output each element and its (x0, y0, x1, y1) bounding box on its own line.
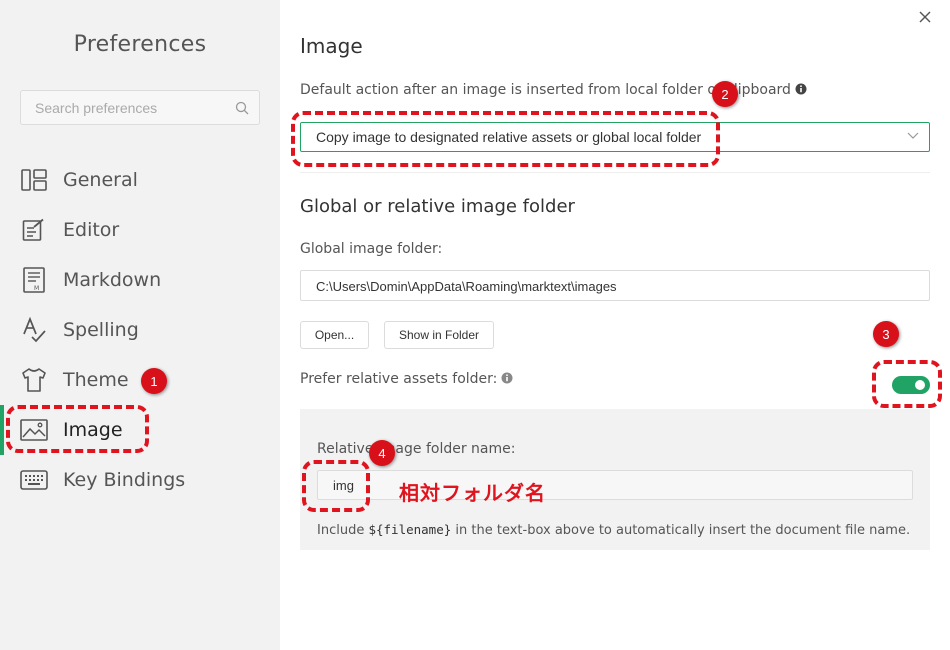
prefer-relative-toggle[interactable] (892, 376, 930, 394)
sidebar-item-markdown[interactable]: M Markdown (0, 255, 280, 305)
sidebar-item-theme[interactable]: Theme (0, 355, 280, 405)
global-folder-value: C:\Users\Domin\AppData\Roaming\marktext\… (316, 279, 617, 294)
section-divider (300, 172, 930, 173)
open-button[interactable]: Open... (300, 321, 369, 349)
global-folder-input[interactable]: C:\Users\Domin\AppData\Roaming\marktext\… (300, 270, 930, 301)
filename-hint: Include ${filename} in the text-box abov… (317, 522, 910, 538)
sidebar-item-spelling[interactable]: Spelling (0, 305, 280, 355)
theme-icon (20, 366, 48, 394)
search-icon (235, 101, 249, 115)
annotation-badge-3: 3 (873, 321, 899, 347)
default-action-select[interactable]: Copy image to designated relative assets… (300, 122, 930, 152)
sidebar-item-general[interactable]: General (0, 155, 280, 205)
chevron-down-icon (907, 132, 919, 139)
annotation-label-relative-folder: 相対フォルダ名 (399, 481, 546, 505)
global-folder-label: Global image folder: (300, 241, 443, 257)
hint-prefix: Include (317, 523, 369, 538)
info-icon (795, 83, 807, 95)
editor-icon (20, 216, 48, 244)
spelling-icon (20, 316, 48, 344)
sidebar-item-label: Image (63, 419, 123, 441)
hint-suffix: in the text-box above to automatically i… (451, 523, 911, 538)
relative-folder-value: img (333, 478, 354, 493)
annotation-badge-1: 1 (141, 368, 167, 394)
image-icon (20, 416, 48, 444)
sidebar-item-label: General (63, 169, 138, 191)
markdown-icon: M (20, 266, 48, 294)
search-input[interactable] (21, 91, 231, 124)
annotation-badge-4: 4 (369, 440, 395, 466)
folder-section-title: Global or relative image folder (300, 196, 575, 217)
prefer-relative-label-text: Prefer relative assets folder: (300, 371, 498, 387)
prefer-relative-label: Prefer relative assets folder: (300, 371, 513, 387)
sidebar-item-label: Key Bindings (63, 469, 186, 491)
sidebar-item-editor[interactable]: Editor (0, 205, 280, 255)
search-box[interactable] (20, 90, 260, 125)
sidebar-item-key-bindings[interactable]: Key Bindings (0, 455, 280, 505)
toggle-knob (915, 380, 925, 390)
sidebar-nav: General Editor M Markdown Spelling Theme (0, 155, 280, 505)
svg-text:M: M (34, 285, 39, 292)
sidebar-item-label: Markdown (63, 269, 162, 291)
close-button[interactable] (914, 6, 936, 28)
sidebar-item-label: Theme (63, 369, 129, 391)
info-icon (501, 372, 513, 384)
keyboard-icon (20, 466, 48, 494)
sidebar: Preferences General Editor M Markdown (0, 0, 280, 650)
relative-folder-panel: Relative image folder name: img Include … (300, 409, 930, 550)
show-in-folder-button[interactable]: Show in Folder (384, 321, 494, 349)
general-icon (20, 166, 48, 194)
sidebar-item-label: Editor (63, 219, 120, 241)
relative-folder-label: Relative image folder name: (317, 441, 516, 457)
hint-code: ${filename} (368, 522, 452, 537)
annotation-badge-2: 2 (712, 81, 738, 107)
sidebar-item-image[interactable]: Image (0, 405, 280, 455)
default-action-value: Copy image to designated relative assets… (316, 129, 702, 145)
close-icon (919, 11, 931, 23)
sidebar-item-label: Spelling (63, 319, 139, 341)
page-title: Image (300, 34, 363, 58)
sidebar-title: Preferences (73, 32, 207, 57)
